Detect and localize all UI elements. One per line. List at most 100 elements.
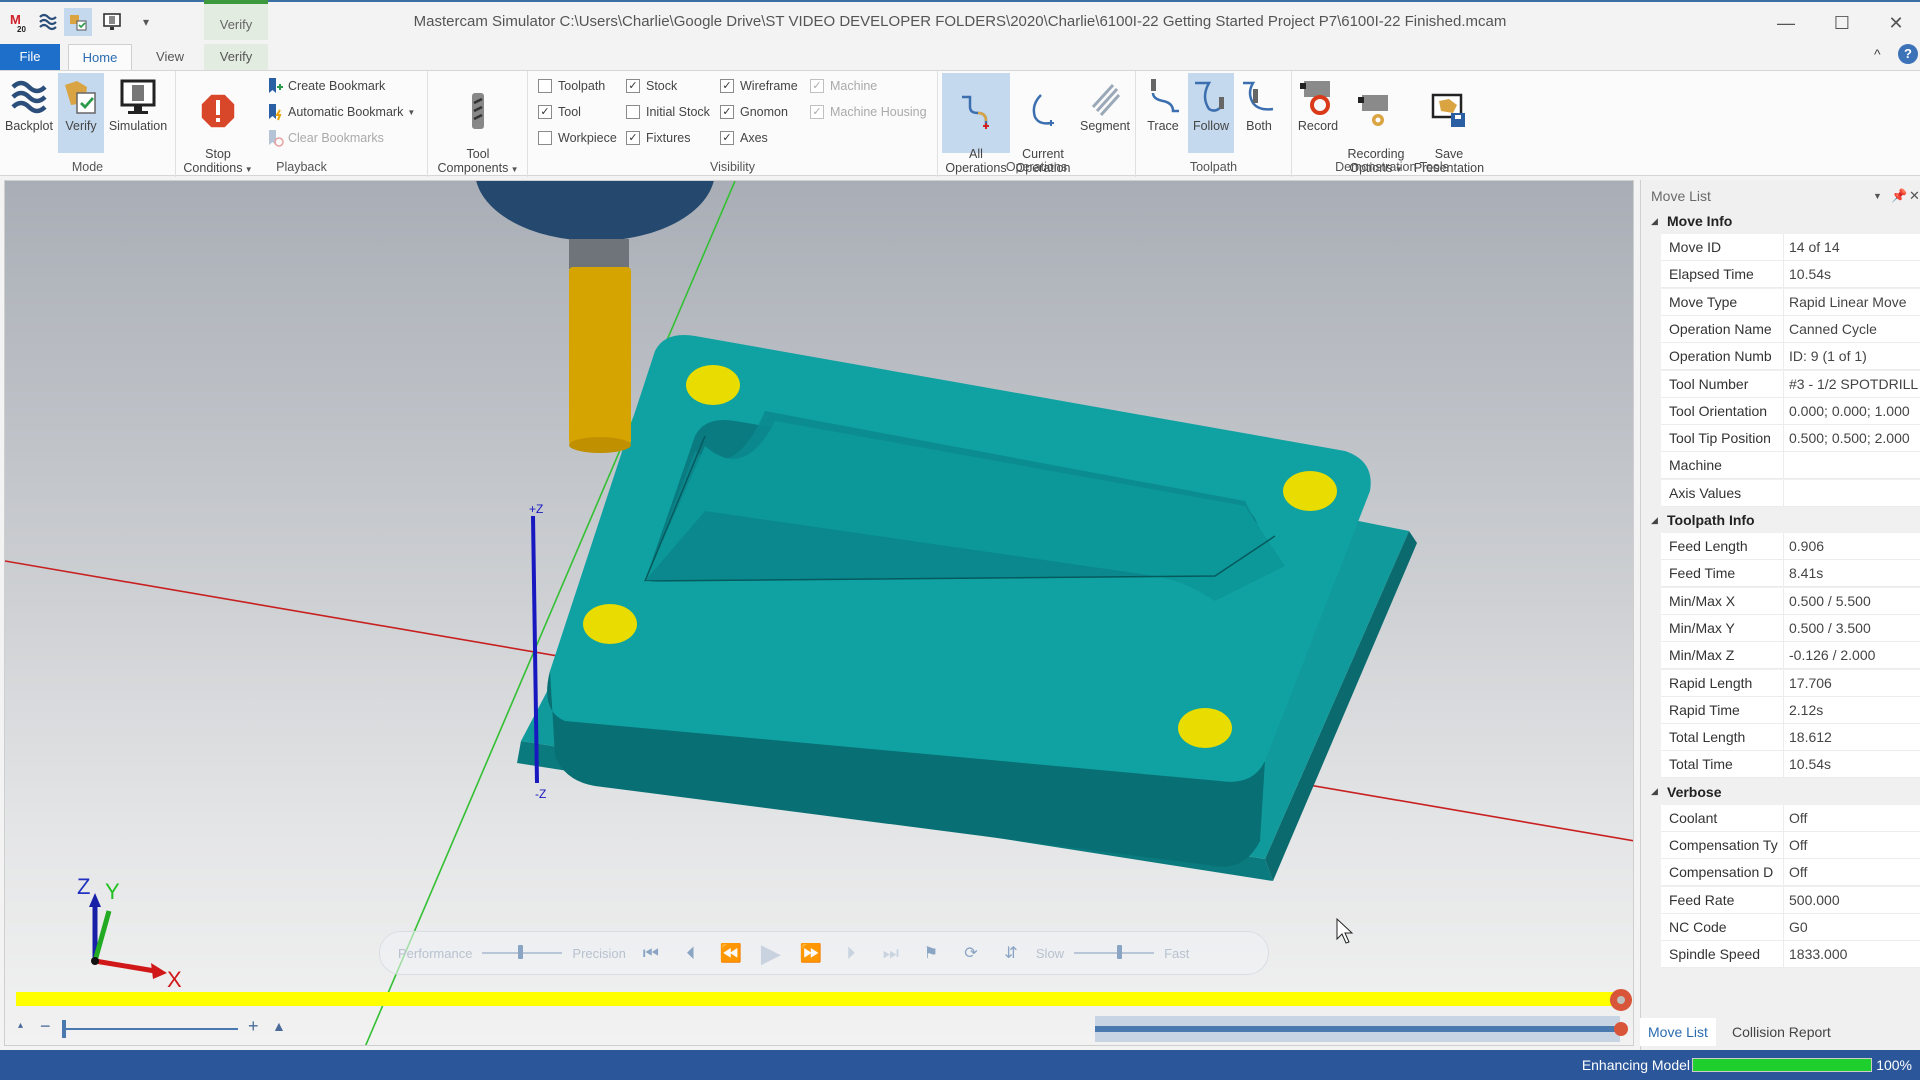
machine-housing-checkbox[interactable]: ✓ Machine Housing <box>810 101 927 123</box>
help-icon[interactable]: ? <box>1898 44 1918 64</box>
tab-move-list[interactable]: Move List <box>1640 1018 1716 1046</box>
fast-forward-button[interactable]: ⏩ <box>796 938 826 968</box>
toolpath-checkbox[interactable]: Toolpath <box>538 75 605 97</box>
checkbox-box[interactable]: ✓ <box>810 79 824 93</box>
property-row[interactable]: Min/Max X 0.500 / 5.500 <box>1661 587 1920 615</box>
panel-menu-icon[interactable]: ▼ <box>1873 191 1882 201</box>
close-button[interactable]: ✕ <box>1876 10 1916 36</box>
tool-checkbox[interactable]: ✓ Tool <box>538 101 581 123</box>
checkbox-box[interactable]: ✓ <box>720 131 734 145</box>
both-button[interactable]: Both <box>1236 73 1282 153</box>
checkbox-box[interactable] <box>626 105 640 119</box>
category-toolpath-info[interactable]: ◢ Toolpath Info <box>1647 507 1920 533</box>
speed-slider[interactable] <box>1074 945 1155 959</box>
category-move-info[interactable]: ◢ Move Info <box>1647 208 1920 234</box>
workpiece-checkbox[interactable]: Workpiece <box>538 127 617 149</box>
checkbox-box[interactable]: ✓ <box>720 79 734 93</box>
create-bookmark-button[interactable]: Create Bookmark <box>266 75 385 97</box>
fixtures-checkbox[interactable]: ✓ Fixtures <box>626 127 690 149</box>
quality-slider[interactable] <box>482 945 563 959</box>
property-row[interactable]: Tool Orientation 0.000; 0.000; 1.000 <box>1661 397 1920 425</box>
play-button[interactable]: ▶ <box>756 938 786 968</box>
go-to-end-button[interactable]: ⏭ <box>876 938 906 968</box>
collapse-triangle-icon[interactable]: ◢ <box>1651 786 1667 797</box>
property-row[interactable]: Coolant Off <box>1661 804 1920 832</box>
loop-icon[interactable]: ⟳ <box>956 938 986 968</box>
all-operations-button[interactable]: All Operations <box>942 73 1010 175</box>
zoom-minus-button[interactable]: − <box>40 1016 51 1037</box>
property-row[interactable]: Axis Values <box>1661 479 1920 507</box>
tab-home[interactable]: Home <box>68 44 132 70</box>
recording-options-button[interactable]: Recording Options ▼ <box>1344 73 1408 175</box>
zoom-slider-thumb[interactable] <box>62 1020 66 1038</box>
property-row[interactable]: Move Type Rapid Linear Move <box>1661 288 1920 316</box>
tool-components-button[interactable]: Tool Components ▼ <box>432 73 524 175</box>
collapse-triangle-icon[interactable]: ◢ <box>1651 216 1667 227</box>
zoom-in-large-icon[interactable]: ▲ <box>272 1018 286 1034</box>
simulation-timeline[interactable] <box>16 992 1628 1006</box>
checkbox-box[interactable]: ✓ <box>720 105 734 119</box>
simulation-button[interactable]: Simulation <box>106 73 170 153</box>
property-row[interactable]: Spindle Speed 1833.000 <box>1661 941 1920 969</box>
tab-collision-report[interactable]: Collision Report <box>1724 1018 1839 1046</box>
property-row[interactable]: Feed Time 8.41s <box>1661 560 1920 588</box>
clear-bookmarks-button[interactable]: Clear Bookmarks <box>266 127 384 149</box>
minimize-button[interactable]: — <box>1766 10 1806 36</box>
property-row[interactable]: Total Time 10.54s <box>1661 751 1920 779</box>
checkbox-box[interactable] <box>538 79 552 93</box>
property-row[interactable]: Operation Numb ID: 9 (1 of 1) <box>1661 343 1920 371</box>
property-row[interactable]: Tool Tip Position 0.500; 0.500; 2.000 <box>1661 425 1920 453</box>
property-row[interactable]: Rapid Length 17.706 <box>1661 669 1920 697</box>
timeline-thumb[interactable] <box>1610 989 1632 1011</box>
add-bookmark-icon[interactable]: ⚑ <box>916 938 946 968</box>
property-row[interactable]: Elapsed Time 10.54s <box>1661 261 1920 289</box>
property-row[interactable]: Total Length 18.612 <box>1661 724 1920 752</box>
record-button[interactable]: Record <box>1292 73 1344 153</box>
checkbox-box[interactable]: ✓ <box>538 105 552 119</box>
property-row[interactable]: Feed Length 0.906 <box>1661 533 1920 560</box>
overview-track[interactable] <box>1095 1016 1620 1042</box>
category-verbose[interactable]: ◢ Verbose <box>1647 778 1920 805</box>
property-row[interactable]: Min/Max Y 0.500 / 3.500 <box>1661 614 1920 642</box>
overview-track-thumb[interactable] <box>1614 1022 1628 1036</box>
property-row[interactable]: Min/Max Z -0.126 / 2.000 <box>1661 642 1920 670</box>
current-operation-button[interactable]: Current Operation <box>1012 73 1074 175</box>
machine-checkbox[interactable]: ✓ Machine <box>810 75 877 97</box>
tab-file[interactable]: File <box>0 44 60 70</box>
checkbox-box[interactable] <box>538 131 552 145</box>
stop-conditions-button[interactable]: Stop Conditions ▼ <box>182 73 254 175</box>
maximize-button[interactable]: ☐ <box>1822 10 1862 36</box>
segment-button[interactable]: Segment <box>1076 73 1134 153</box>
tab-view[interactable]: View <box>142 44 198 70</box>
initial-stock-checkbox[interactable]: Initial Stock <box>626 101 710 123</box>
wireframe-checkbox[interactable]: ✓ Wireframe <box>720 75 798 97</box>
follow-button[interactable]: Follow <box>1188 73 1234 153</box>
property-row[interactable]: Tool Number #3 - 1/2 SPOTDRILL <box>1661 370 1920 398</box>
collapse-triangle-icon[interactable]: ◢ <box>1651 515 1667 526</box>
quality-slider-thumb[interactable] <box>517 945 523 959</box>
step-back-button[interactable]: ⏴ <box>676 938 706 968</box>
property-row[interactable]: Move ID 14 of 14 <box>1661 234 1920 261</box>
property-row[interactable]: Rapid Time 2.12s <box>1661 696 1920 724</box>
property-row[interactable]: Feed Rate 500.000 <box>1661 886 1920 914</box>
collapse-ribbon-icon[interactable]: ^ <box>1874 46 1881 62</box>
verify-button[interactable]: Verify <box>58 73 104 153</box>
checkbox-box[interactable]: ✓ <box>626 131 640 145</box>
property-row[interactable]: Operation Name Canned Cycle <box>1661 315 1920 343</box>
axes-checkbox[interactable]: ✓ Axes <box>720 127 768 149</box>
3d-viewport[interactable]: +Z -Z Z Y X Performance Precision ⏮ ⏴ ⏪ … <box>4 180 1634 1046</box>
stock-checkbox[interactable]: ✓ Stock <box>626 75 677 97</box>
zoom-slider-track[interactable] <box>62 1028 238 1030</box>
speed-slider-thumb[interactable] <box>1116 945 1122 959</box>
property-row[interactable]: NC Code G0 <box>1661 913 1920 941</box>
property-row[interactable]: Compensation Ty Off <box>1661 832 1920 859</box>
checkbox-box[interactable]: ✓ <box>810 105 824 119</box>
tab-verify[interactable]: Verify <box>204 44 268 70</box>
property-row[interactable]: Machine <box>1661 452 1920 480</box>
backplot-button[interactable]: Backplot <box>2 73 56 153</box>
pin-icon[interactable]: 📌 <box>1891 188 1907 204</box>
rewind-button[interactable]: ⏪ <box>716 938 746 968</box>
reverse-loop-icon[interactable]: ⇵ <box>996 938 1026 968</box>
property-row[interactable]: Compensation D Off <box>1661 859 1920 887</box>
step-forward-button[interactable]: ⏵ <box>836 938 866 968</box>
